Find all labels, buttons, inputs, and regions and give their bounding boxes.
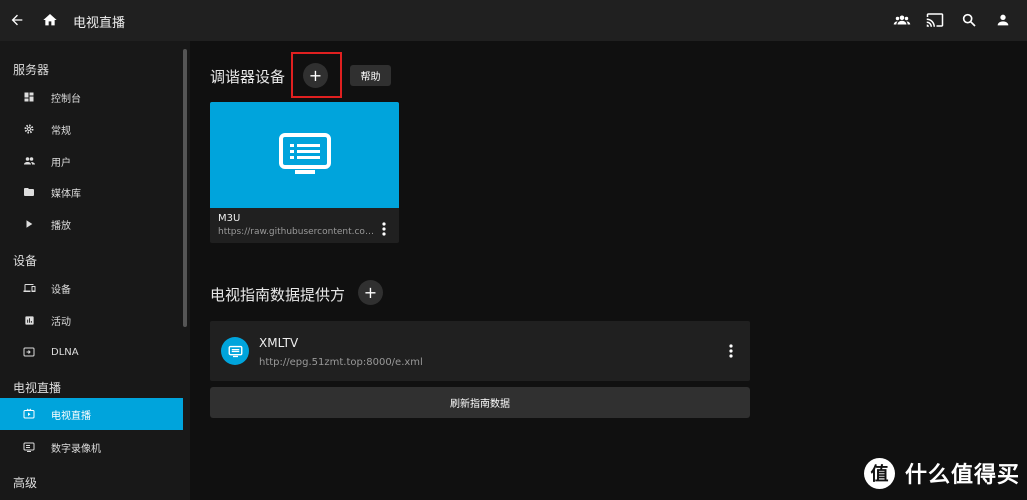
refresh-guide-button[interactable]: 刷新指南数据 [210,387,750,418]
sidebar-section-advanced: 高级 [13,476,38,490]
play-icon [22,217,36,231]
tuner-devices-heading: 调谐器设备 [210,68,286,86]
guide-provider-item[interactable]: XMLTV http://epg.51zmt.top:8000/e.xml [210,321,750,381]
sidebar-item-label: 数字录像机 [51,443,101,455]
sidebar-item-users[interactable]: 用户 [0,145,183,177]
sidebar-item-label: 设备 [51,284,71,296]
dvr-icon [22,440,36,454]
sidebar-section-server: 服务器 [13,63,50,77]
tuner-card-image [210,102,399,208]
top-bar: 电视直播 [0,0,1027,41]
sidebar-item-label: 媒体库 [51,188,81,200]
cast-icon[interactable] [925,10,945,30]
sidebar-item-label: 用户 [51,157,71,169]
tuner-card-url: https://raw.githubusercontent.com/Yue... [218,227,378,237]
provider-url: http://epg.51zmt.top:8000/e.xml [259,357,423,368]
folder-icon [22,185,36,199]
sidebar-item-devices[interactable]: 设备 [0,272,183,304]
sidebar-item-playback[interactable]: 播放 [0,208,183,240]
sidebar-item-label: 电视直播 [51,410,91,422]
tuner-card[interactable]: M3U https://raw.githubusercontent.com/Yu… [210,102,399,243]
provider-name: XMLTV [259,336,299,350]
home-icon[interactable] [40,10,60,30]
help-button[interactable]: 帮助 [350,65,391,86]
page-title: 电视直播 [73,16,126,31]
dlna-icon [22,345,36,359]
sidebar-item-label: 活动 [51,316,71,328]
people-icon [22,154,36,168]
sidebar-item-activity[interactable]: 活动 [0,304,183,336]
dvr-icon [278,133,331,174]
more-vert-icon[interactable] [724,341,738,361]
watermark-logo: 值 [864,457,895,489]
sidebar-item-label: 播放 [51,220,71,232]
sidebar-item-library[interactable]: 媒体库 [0,176,183,208]
guide-providers-heading: 电视指南数据提供方 [210,286,346,304]
user-icon[interactable] [993,10,1013,30]
sidebar-item-label: 常规 [51,125,71,137]
gear-icon [22,122,36,136]
search-icon[interactable] [959,10,979,30]
chart-icon [22,313,36,327]
sidebar-section-devices: 设备 [13,254,38,268]
sidebar-item-dvr[interactable]: 数字录像机 [0,431,183,463]
sidebar-item-dashboard[interactable]: 控制台 [0,81,183,113]
sidebar-item-label: DLNA [51,346,79,358]
watermark-text: 什么值得买 [905,463,1021,488]
highlight-box [291,52,342,98]
dashboard-icon [22,90,36,104]
live-tv-icon [22,407,36,421]
users-icon[interactable] [892,10,912,30]
more-vert-icon[interactable] [377,220,391,238]
sidebar-section-livetv: 电视直播 [13,381,62,395]
sidebar-item-general[interactable]: 常规 [0,113,183,145]
sidebar-item-dlna[interactable]: DLNA [0,336,183,368]
tuner-card-title: M3U [218,213,241,224]
add-provider-button[interactable]: + [358,280,383,305]
back-arrow-icon[interactable] [7,10,27,30]
sidebar-scrollbar[interactable] [183,49,187,327]
watermark: 值 什么值得买 [864,457,1020,489]
sidebar-item-live-tv[interactable]: 电视直播 [0,398,183,430]
sidebar-item-label: 控制台 [51,93,81,105]
dvr-icon [221,337,249,365]
devices-icon [22,281,36,295]
